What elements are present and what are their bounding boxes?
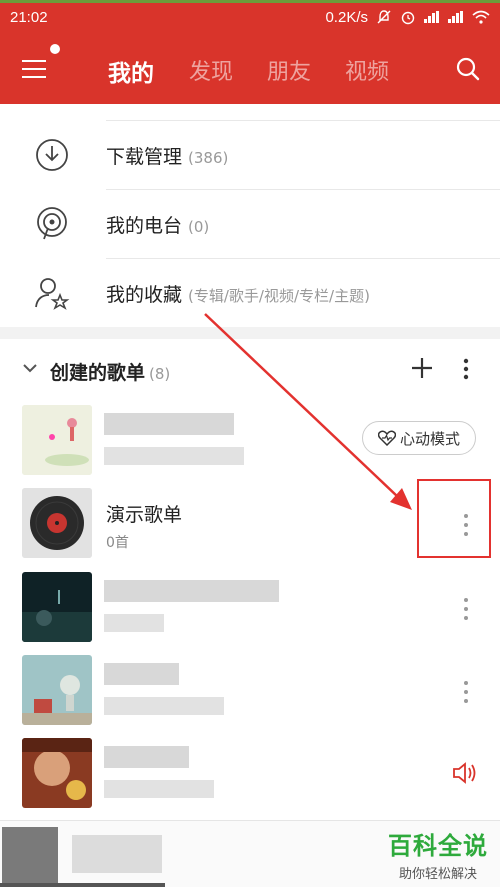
tab-discover[interactable]: 发现 xyxy=(189,54,233,86)
wifi-icon xyxy=(472,10,490,24)
alarm-icon xyxy=(401,11,415,25)
blurred-title xyxy=(104,580,279,602)
player-song-info xyxy=(72,835,162,873)
list-item-count: (0) xyxy=(188,218,210,236)
playlist-item[interactable] xyxy=(0,572,500,654)
chevron-down-icon[interactable] xyxy=(22,362,38,374)
list-item-favorites[interactable]: 我的收藏 (专辑/歌手/视频/专栏/主题) xyxy=(0,259,500,327)
blurred-title xyxy=(104,663,179,685)
heart-mode-button[interactable]: 心动模式 xyxy=(362,421,476,455)
menu-button[interactable] xyxy=(22,58,48,80)
status-time: 21:02 xyxy=(10,8,48,26)
network-speed: 0.2K/s xyxy=(325,8,368,26)
notification-dot xyxy=(50,44,60,54)
list-item-radio[interactable]: 我的电台 (0) xyxy=(0,190,500,258)
blurred-subtitle xyxy=(104,447,244,465)
player-cover xyxy=(2,827,58,883)
top-nav: 我的 发现 朋友 视频 xyxy=(0,36,500,100)
playlist-cover xyxy=(22,572,92,642)
tab-mine[interactable]: 我的 xyxy=(108,54,154,88)
section-title: 创建的歌单 (8) xyxy=(50,362,171,384)
section-separator xyxy=(0,327,500,339)
heart-mode-label: 心动模式 xyxy=(399,429,460,448)
highlight-box xyxy=(417,479,491,558)
mute-icon xyxy=(377,10,391,24)
blurred-title xyxy=(104,413,234,435)
radio-icon xyxy=(37,207,67,240)
tab-friends[interactable]: 朋友 xyxy=(267,54,311,86)
playlist-cover xyxy=(22,655,92,725)
list-item-label: 我的电台 (0) xyxy=(106,215,210,237)
playlist-item[interactable] xyxy=(0,655,500,737)
status-bar: 21:02 0.2K/s xyxy=(0,3,500,31)
favorite-user-icon xyxy=(35,278,70,310)
more-vertical-icon[interactable] xyxy=(456,356,476,382)
blurred-subtitle xyxy=(104,780,214,798)
list-item-label: 下载管理 (386) xyxy=(106,146,229,168)
blurred-subtitle xyxy=(104,697,224,715)
signal-icon xyxy=(424,11,440,23)
playlist-title: 演示歌单 xyxy=(106,504,183,526)
signal-icon-2 xyxy=(448,11,464,23)
speaker-icon[interactable] xyxy=(452,762,478,784)
tab-video[interactable]: 视频 xyxy=(345,54,389,86)
add-playlist-icon[interactable] xyxy=(410,356,434,380)
playlist-item[interactable]: 心动模式 xyxy=(0,405,500,487)
blurred-subtitle xyxy=(104,614,164,632)
more-vertical-icon[interactable] xyxy=(460,679,472,705)
status-icons: 0.2K/s xyxy=(325,9,490,26)
section-count: (8) xyxy=(149,365,171,383)
list-item-count: (386) xyxy=(188,149,229,167)
playlist-item-playing[interactable] xyxy=(0,738,500,820)
created-playlists-header[interactable]: 创建的歌单 (8) xyxy=(0,348,500,392)
player-progress xyxy=(0,883,165,887)
watermark-title: 百科全说 xyxy=(388,832,488,860)
list-item-download[interactable]: 下载管理 (386) xyxy=(0,121,500,189)
playlist-cover xyxy=(22,405,92,475)
playlist-cover xyxy=(22,488,92,558)
search-icon[interactable] xyxy=(455,56,481,82)
blurred-title xyxy=(104,746,189,768)
list-item-count: (专辑/歌手/视频/专栏/主题) xyxy=(188,287,370,305)
app-header: 21:02 0.2K/s 我的 发现 朋友 视频 xyxy=(0,0,500,104)
list-item-label: 我的收藏 (专辑/歌手/视频/专栏/主题) xyxy=(106,284,370,306)
more-vertical-icon[interactable] xyxy=(460,596,472,622)
playlist-subtitle: 0首 xyxy=(106,535,129,551)
playlist-cover xyxy=(22,738,92,808)
watermark-subtitle: 助你轻松解决 xyxy=(398,867,477,882)
heart-icon xyxy=(377,430,396,446)
watermark: 百科全说 助你轻松解决 xyxy=(376,826,500,882)
download-icon xyxy=(36,139,68,171)
